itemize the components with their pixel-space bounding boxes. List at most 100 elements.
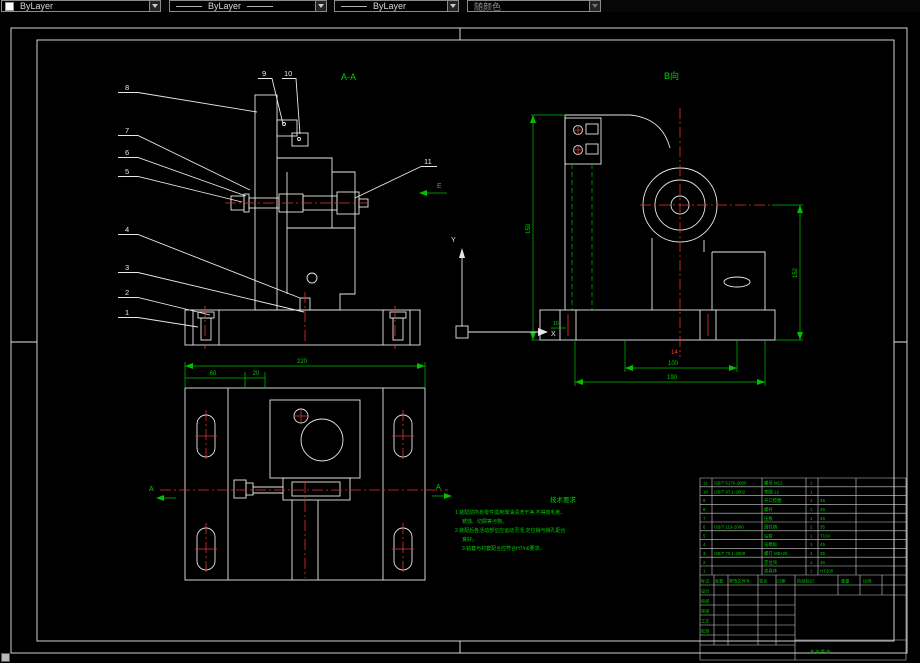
color-combo[interactable]: ByLayer (1, 0, 161, 12)
tech-line: 良好。 (462, 536, 477, 543)
callout-7: 7 (125, 126, 129, 135)
bom-qty: 1 (810, 569, 813, 574)
dim-150: 150 (526, 223, 532, 234)
tb-date: 日期 (777, 579, 785, 585)
view-b: B向 14 150 152 100 190 10 (526, 70, 803, 386)
tech-line: 1.装配前所有零件需用煤油清洗干净,不得有毛刺、 (455, 509, 566, 516)
bom-mat: 45 (820, 507, 825, 512)
bom-mat: 35 (820, 551, 825, 556)
section-mark-a-left: A (149, 486, 154, 493)
color-combo-dropdown-arrow[interactable] (149, 1, 160, 11)
dim-10: 10 (553, 321, 559, 327)
bom-mat: 45 (820, 542, 825, 547)
bom-name: 钻模板 (764, 541, 778, 548)
callout-5: 5 (125, 167, 129, 176)
bom-name: 螺母 M12 (764, 480, 783, 487)
bom-qty: 1 (810, 507, 813, 512)
chevron-down-icon (318, 4, 324, 8)
dim-152: 152 (793, 267, 799, 278)
bom-qty: 1 (810, 533, 813, 538)
linetype-combo-dropdown-arrow[interactable] (315, 1, 326, 11)
drawing-canvas[interactable]: A-A E 8 7 6 5 4 3 2 1 9 10 11 B向 14 150 … (0, 12, 920, 663)
view-e-label: E (437, 183, 442, 190)
section-mark-a-right: A (436, 484, 441, 491)
linetype-combo[interactable]: ByLayer (169, 0, 327, 12)
bom-qty: 2 (810, 525, 813, 530)
linetype-sample-icon (247, 5, 274, 7)
title-block: 标记 处数 更改文件号 签名 日期 设计 校核 审核 工艺 批准 阶段标记 重量… (699, 575, 907, 661)
status-icon[interactable] (1, 653, 10, 662)
tb-mark: 标记 (701, 578, 710, 585)
tech-title: 技术要求 (550, 495, 577, 504)
tb-weight: 重量 (841, 578, 849, 585)
plan-view: 220 60 20 A A (149, 359, 452, 581)
callout-10: 10 (284, 69, 292, 78)
callout-8: 8 (125, 83, 129, 92)
bom-seq: 7 (703, 516, 706, 521)
tech-line: 2.装配后各活动部位应运动灵活,定位销与销孔配合 (455, 527, 566, 534)
section-label: A-A (341, 72, 356, 82)
bom-qty: 1 (810, 481, 813, 486)
lineweight-combo-value: ByLayer (373, 1, 407, 11)
tb-doc: 更改文件号 (729, 578, 750, 585)
bom-name: 螺杆 (764, 506, 773, 513)
bom-name: 垫圈 12 (764, 488, 779, 495)
linetype-combo-value: ByLayer (208, 1, 242, 11)
dim-20: 20 (253, 371, 260, 377)
color-combo-value: ByLayer (20, 1, 54, 11)
ucs-y-label: Y (451, 237, 456, 244)
bom-name: 压板 (764, 515, 773, 522)
bom-name: 钻套 (764, 532, 773, 539)
model-space-canvas[interactable]: A-A E 8 7 6 5 4 3 2 1 9 10 11 B向 14 150 … (0, 12, 920, 663)
bom-seq: 4 (703, 542, 706, 547)
callout-2: 2 (125, 288, 129, 297)
callout-1: 1 (125, 308, 129, 317)
bom-seq: 5 (703, 533, 706, 538)
bom-seq: 8 (703, 507, 706, 512)
tech-line: 3.钻套与衬套配合应符合H7/n6要求。 (462, 545, 545, 552)
dim-220: 220 (297, 359, 308, 365)
view-b-label: B向 (664, 70, 679, 81)
bom-mat: T10A (820, 533, 831, 538)
bom-qty: 1 (810, 498, 813, 503)
bom-qty: 1 (810, 542, 813, 547)
tb-review: 审核 (701, 608, 710, 615)
chevron-down-icon (592, 4, 598, 8)
bom-mat: 35 (820, 525, 825, 530)
tech-line: 锈蚀、切屑等污物。 (462, 518, 507, 525)
bom-qty: 4 (810, 551, 813, 556)
lineweight-sample-icon (341, 5, 367, 7)
bom-seq: 1 (703, 569, 706, 574)
tb-check: 校核 (701, 598, 710, 605)
callout-4: 4 (125, 225, 129, 234)
bom-qty: 1 (810, 560, 813, 565)
bom-seq: 10 (703, 489, 708, 494)
bom-mat: 45 (820, 516, 825, 521)
bom-code: GB/T 97.1-2002 (714, 489, 746, 494)
tb-sign: 签名 (759, 578, 767, 585)
bom-mat: 45 (820, 560, 825, 565)
dim-100: 100 (668, 361, 679, 367)
bom-table: 11 GB/T 6170-2000 螺母 M12 1 10 GB/T 97.1-2002… (699, 477, 907, 576)
bom-seq: 3 (703, 551, 706, 556)
section-view-aa: A-A E (184, 72, 447, 349)
callout-9: 9 (262, 69, 266, 78)
bom-code: GB/T 119-2000 (714, 525, 744, 530)
tech-requirements: 技术要求 1.装配前所有零件需用煤油清洗干净,不得有毛刺、 锈蚀、切屑等污物。 … (455, 495, 577, 552)
chevron-down-icon (152, 4, 158, 8)
plotstyle-combo-value: 随颜色 (474, 1, 502, 12)
lineweight-combo-dropdown-arrow[interactable] (447, 1, 458, 11)
bom-code: GB/T 70.1-2008 (714, 551, 746, 556)
bom-name: 圆柱销 (764, 524, 778, 531)
dim-190: 190 (667, 375, 678, 381)
bom-mat: HT200 (820, 569, 834, 574)
tb-process: 工艺 (701, 619, 709, 624)
bom-name: 开口垫圈 (764, 497, 782, 504)
lineweight-combo[interactable]: ByLayer (334, 0, 459, 12)
bom-name: 定位块 (764, 559, 778, 566)
bom-name: 夹具体 (764, 568, 778, 575)
bom-seq: 6 (703, 525, 706, 530)
bom-mat: 45 (820, 498, 825, 503)
plotstyle-combo[interactable]: 随颜色 (467, 0, 601, 12)
tb-approve: 批准 (701, 628, 709, 635)
